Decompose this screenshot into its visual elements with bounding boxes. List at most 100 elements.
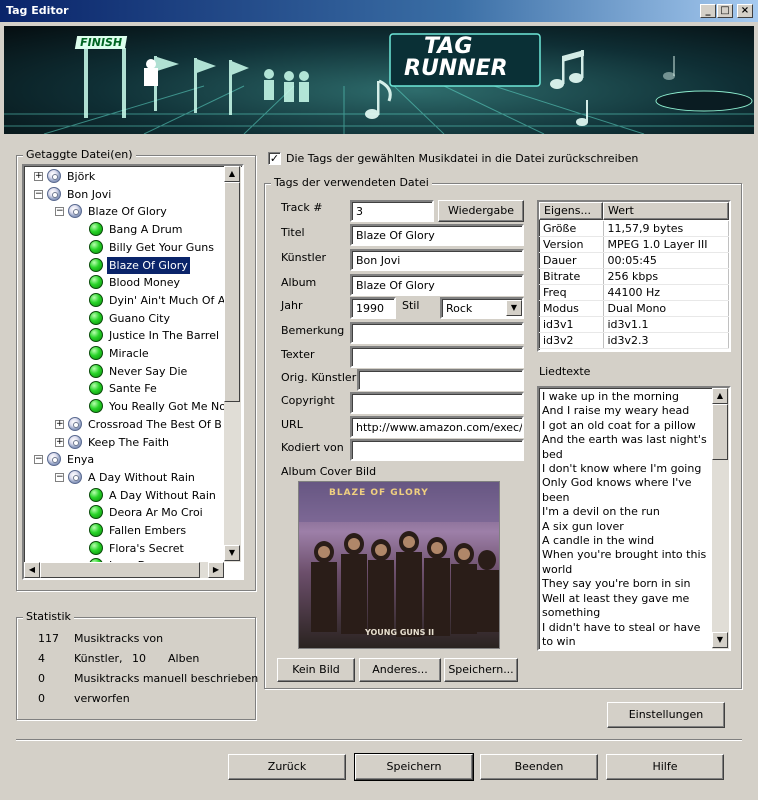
genre-select[interactable]: Rock ▼ — [440, 297, 524, 319]
tree-horizontal-scrollbar[interactable]: ◀ ▶ — [24, 562, 224, 578]
footer-separator — [16, 739, 742, 741]
album-field[interactable]: Blaze Of Glory — [350, 274, 524, 296]
artist-field[interactable]: Bon Jovi — [350, 249, 524, 271]
tree-vertical-scrollbar[interactable]: ▲ ▼ — [224, 166, 241, 562]
properties-table[interactable]: Eigens... Wert Größe 11,57,9 bytes Version… — [537, 200, 731, 352]
back-button[interactable]: Zurück — [228, 754, 346, 780]
tree-item-track[interactable]: Blaze Of Glory — [24, 255, 224, 275]
minimize-button[interactable]: _ — [700, 4, 716, 18]
tree-item-label: Guano City — [109, 311, 170, 325]
scroll-left-icon[interactable]: ◀ — [24, 562, 40, 578]
title-field[interactable]: Blaze Of Glory — [350, 224, 524, 246]
tree-item-folder[interactable]: − Blaze Of Glory — [24, 203, 224, 220]
expand-icon[interactable]: + — [55, 437, 64, 447]
property-row[interactable]: id3v2 id3v2.3 — [539, 332, 729, 349]
tree-item-track[interactable]: Fallen Embers — [24, 522, 224, 539]
tree-item-track[interactable]: Guano City — [24, 310, 224, 327]
value-column-header[interactable]: Wert — [603, 202, 729, 220]
hscroll-thumb[interactable] — [40, 562, 200, 578]
stat-text: Musiktracks von — [74, 632, 164, 645]
close-button[interactable]: × — [737, 4, 753, 18]
property-row[interactable]: id3v1 id3v1.1 — [539, 316, 729, 333]
collapse-icon[interactable]: − — [34, 455, 43, 465]
lyric-line: A six gun lover — [542, 519, 624, 533]
tree-item-folder[interactable]: + Björk — [24, 168, 224, 185]
tree-item-folder[interactable]: − A Day Without Rain — [24, 469, 224, 486]
track-field[interactable]: 3 — [350, 200, 434, 222]
maximize-button[interactable]: □ — [717, 4, 733, 18]
quit-button[interactable]: Beenden — [480, 754, 598, 780]
cd-icon — [68, 434, 82, 449]
collapse-icon[interactable]: − — [34, 189, 43, 199]
tree-item-track[interactable]: Deora Ar Mo Croi — [24, 504, 224, 521]
lyrics-text: I wake up in the morning And I raise my w… — [542, 390, 710, 649]
track-status-icon — [89, 540, 103, 555]
scroll-up-icon[interactable]: ▲ — [712, 388, 728, 404]
url-field[interactable]: http://www.amazon.com/exec/ — [350, 416, 524, 438]
lyricist-field[interactable] — [350, 346, 524, 368]
save-image-button[interactable]: Speichern... — [444, 658, 518, 682]
lyricist-label: Texter — [281, 348, 315, 361]
lyric-line: Well at least they gave me — [542, 591, 690, 605]
property-row[interactable]: Version MPEG 1.0 Layer III — [539, 236, 729, 253]
tree-item-track[interactable]: Dyin' Ain't Much Of A — [24, 292, 224, 309]
tree-item-track[interactable]: Miracle — [24, 345, 224, 362]
scroll-up-icon[interactable]: ▲ — [224, 166, 240, 182]
no-image-button[interactable]: Kein Bild — [277, 658, 355, 682]
writeback-checkbox[interactable]: ✓ — [268, 152, 281, 165]
encoded-by-field[interactable] — [350, 439, 524, 461]
tree-item-track[interactable]: Bang A Drum — [24, 221, 224, 238]
lyric-line: A candle in the wind — [542, 534, 655, 548]
expand-icon[interactable]: + — [34, 172, 43, 181]
scroll-thumb[interactable] — [712, 404, 728, 460]
lyric-line: something — [542, 606, 601, 620]
chevron-down-icon[interactable]: ▼ — [506, 300, 522, 316]
tree-item-track[interactable]: Sante Fe — [24, 380, 224, 397]
orig-artist-field[interactable] — [357, 369, 524, 391]
album-cover-image[interactable]: BLAZE OF GLORY YOUNG GUNS II — [298, 481, 500, 649]
lyric-line: I'm a devil on the run — [542, 505, 660, 519]
settings-button[interactable]: Einstellungen — [607, 702, 725, 728]
property-value: id3v1.1 — [603, 316, 729, 333]
scroll-thumb[interactable] — [224, 182, 240, 402]
property-row[interactable]: Dauer 00:05:45 — [539, 252, 729, 269]
lyrics-textarea[interactable]: I wake up in the morning And I raise my w… — [537, 386, 731, 651]
tree-item-track[interactable]: Blood Money — [24, 274, 224, 291]
tree-item-label: Crossroad The Best Of B — [88, 417, 222, 431]
comment-field[interactable] — [350, 322, 524, 344]
scroll-down-icon[interactable]: ▼ — [712, 632, 728, 648]
property-column-header[interactable]: Eigens... — [539, 202, 603, 220]
property-row[interactable]: Modus Dual Mono — [539, 300, 729, 317]
play-button[interactable]: Wiedergabe — [438, 200, 524, 222]
tree-item-folder[interactable]: + Crossroad The Best Of B — [24, 416, 224, 433]
track-label: Track # — [281, 201, 323, 214]
window-titlebar[interactable]: Tag Editor _ □ × — [0, 0, 758, 22]
track-status-icon — [89, 487, 103, 502]
tree-item-track[interactable]: Billy Get Your Guns — [24, 239, 224, 256]
tree-item-track[interactable]: A Day Without Rain — [24, 487, 224, 504]
tree-item-track[interactable]: You Really Got Me No — [24, 398, 224, 415]
lyrics-scrollbar[interactable]: ▲ ▼ — [712, 388, 729, 649]
collapse-icon[interactable]: − — [55, 207, 64, 217]
expand-icon[interactable]: + — [55, 419, 64, 429]
other-image-button[interactable]: Anderes... — [359, 658, 441, 682]
save-button[interactable]: Speichern — [354, 753, 474, 781]
help-button[interactable]: Hilfe — [606, 754, 724, 780]
property-row[interactable]: Größe 11,57,9 bytes — [539, 221, 729, 237]
lyric-line: They say you're born in sin — [542, 577, 691, 591]
tree-item-folder[interactable]: + Keep The Faith — [24, 434, 224, 451]
lyric-line: Only God knows where I've — [542, 476, 692, 490]
tree-item-folder[interactable]: − Enya — [24, 451, 224, 468]
collapse-icon[interactable]: − — [55, 472, 64, 482]
property-row[interactable]: Bitrate 256 kbps — [539, 268, 729, 285]
tree-item-track[interactable]: Never Say Die — [24, 363, 224, 380]
tagged-files-tree[interactable]: + Björk − Bon Jovi − Blaze Of Glory Bang A Dru… — [22, 164, 244, 580]
year-field[interactable]: 1990 — [350, 297, 396, 319]
tree-item-track[interactable]: Justice In The Barrel — [24, 327, 224, 344]
property-row[interactable]: Freq 44100 Hz — [539, 284, 729, 301]
scroll-down-icon[interactable]: ▼ — [224, 545, 240, 561]
copyright-field[interactable] — [350, 392, 524, 414]
scroll-right-icon[interactable]: ▶ — [208, 562, 224, 578]
tree-item-track[interactable]: Flora's Secret — [24, 540, 224, 557]
tree-item-folder[interactable]: − Bon Jovi — [24, 186, 224, 203]
